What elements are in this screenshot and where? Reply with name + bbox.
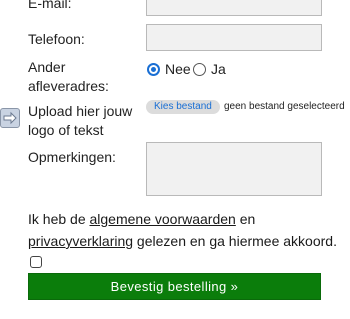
upload-label: Upload hier jouw logo of tekst: [28, 103, 133, 138]
radio-ja[interactable]: [193, 63, 206, 76]
remarks-label: Opmerkingen:: [28, 149, 116, 165]
remarks-textarea[interactable]: [146, 142, 322, 196]
agreement-text: Ik heb de algemene voorwaarden en privac…: [28, 211, 337, 249]
email-field[interactable]: [146, 0, 322, 16]
radio-nee[interactable]: [147, 63, 160, 76]
phone-label: Telefoon:: [28, 31, 85, 47]
radio-ja-label: Ja: [211, 61, 226, 77]
terms-link[interactable]: algemene voorwaarden: [90, 211, 236, 227]
phone-field[interactable]: [146, 24, 322, 51]
choose-file-button[interactable]: Kies bestand: [146, 100, 220, 114]
email-label: E-mail:: [28, 0, 72, 11]
alt-address-label: Ander afleveradres:: [28, 59, 109, 94]
privacy-link[interactable]: privacyverklaring: [28, 233, 133, 249]
submit-order-button[interactable]: Bevestig bestelling »: [28, 273, 321, 300]
agree-checkbox[interactable]: [30, 256, 42, 268]
radio-nee-label: Nee: [165, 61, 191, 77]
arrow-right-icon: [0, 108, 20, 128]
upload-status: geen bestand geselecteerd: [224, 101, 345, 112]
